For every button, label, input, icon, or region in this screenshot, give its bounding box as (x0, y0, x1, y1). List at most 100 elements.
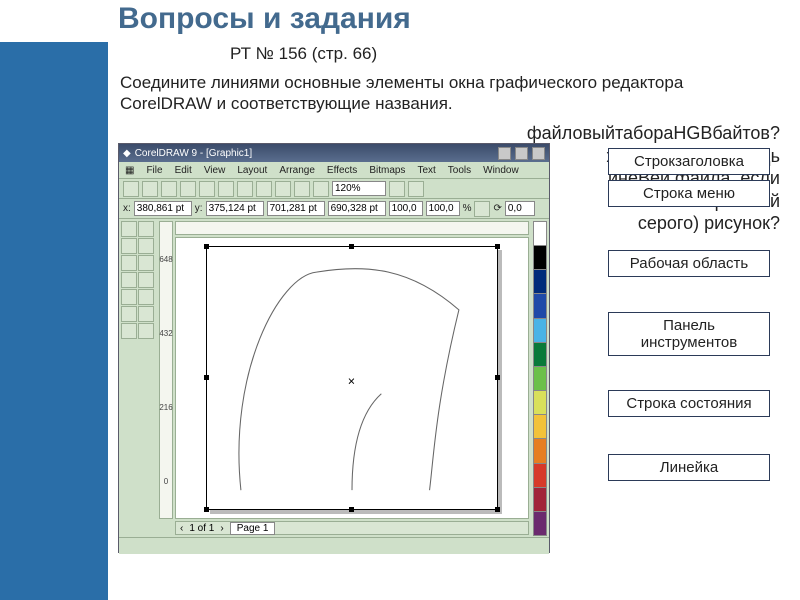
curve-svg: × (207, 247, 497, 509)
new-icon[interactable] (123, 181, 139, 197)
color-palette (533, 221, 547, 535)
zoom-combo[interactable]: 120% (332, 181, 386, 196)
paste-icon[interactable] (237, 181, 253, 197)
selection-handle[interactable] (204, 507, 209, 512)
standard-toolbar: 120% (119, 179, 549, 199)
open-icon[interactable] (142, 181, 158, 197)
interactive-tool-icon[interactable] (121, 289, 137, 305)
extra2-tool-icon[interactable] (138, 323, 154, 339)
pct-label: % (463, 203, 472, 214)
drawing-area[interactable]: × (175, 237, 529, 519)
palette-swatch[interactable] (533, 221, 547, 246)
menu-file[interactable]: File (146, 165, 162, 176)
extra1-tool-icon[interactable] (121, 323, 137, 339)
label-titlebar[interactable]: Строкзаголовка (608, 148, 770, 175)
palette-swatch[interactable] (533, 342, 547, 367)
label-menubar[interactable]: Строка меню (608, 180, 770, 207)
rectangle-tool-icon[interactable] (121, 255, 137, 271)
page-title: Вопросы и задания (118, 2, 411, 36)
page-navigator: ‹ 1 of 1 › Page 1 (175, 521, 529, 535)
ruler-vertical: 648 432 216 0 (159, 221, 173, 519)
palette-swatch[interactable] (533, 245, 547, 270)
menu-tools[interactable]: Tools (448, 165, 471, 176)
w-field[interactable]: 701,281 pt (267, 201, 325, 216)
copy-icon[interactable] (218, 181, 234, 197)
page-rect: × (206, 246, 498, 510)
eyedropper-tool-icon[interactable] (138, 289, 154, 305)
undo-icon[interactable] (256, 181, 272, 197)
label-workspace[interactable]: Рабочая область (608, 250, 770, 277)
text-tool-icon[interactable] (138, 272, 154, 288)
palette-swatch[interactable] (533, 511, 547, 536)
page-tab[interactable]: Page 1 (230, 522, 276, 535)
menu-layout[interactable]: Layout (237, 165, 267, 176)
app-icon: ◆ (123, 148, 131, 159)
zoom-tool-icon[interactable] (121, 238, 137, 254)
zoom-dropdown-icon[interactable] (389, 181, 405, 197)
menu-arrange[interactable]: Arrange (279, 165, 315, 176)
palette-swatch[interactable] (533, 487, 547, 512)
cut-icon[interactable] (199, 181, 215, 197)
menu-text[interactable]: Text (417, 165, 435, 176)
h-field[interactable]: 690,328 pt (328, 201, 386, 216)
selection-handle[interactable] (204, 375, 209, 380)
selection-handle[interactable] (349, 507, 354, 512)
sw-field[interactable]: 100,0 (389, 201, 423, 216)
menu-edit[interactable]: Edit (175, 165, 192, 176)
ruler-tick: 432 (159, 329, 172, 338)
sh-field[interactable]: 100,0 (426, 201, 460, 216)
menu-view[interactable]: View (204, 165, 226, 176)
redo-icon[interactable] (275, 181, 291, 197)
menu-effects[interactable]: Effects (327, 165, 357, 176)
app-menu-icon[interactable]: ▦ (125, 165, 134, 176)
titlebar: ◆ CorelDRAW 9 - [Graphic1] (119, 144, 549, 162)
angle-field[interactable]: 0,0 (505, 201, 535, 216)
menu-bitmaps[interactable]: Bitmaps (369, 165, 405, 176)
y-label: y: (195, 203, 203, 214)
lock-icon[interactable] (474, 201, 490, 217)
polygon-tool-icon[interactable] (121, 272, 137, 288)
close-button[interactable] (532, 147, 545, 160)
palette-swatch[interactable] (533, 269, 547, 294)
fill-tool-icon[interactable] (121, 306, 137, 322)
export-icon[interactable] (313, 181, 329, 197)
angle-icon: ⟳ (493, 203, 501, 214)
subtitle: РТ № 156 (стр. 66) (230, 44, 377, 64)
label-ruler[interactable]: Линейка (608, 454, 770, 481)
y-field[interactable]: 375,124 pt (206, 201, 264, 216)
palette-swatch[interactable] (533, 390, 547, 415)
ellipse-tool-icon[interactable] (138, 255, 154, 271)
palette-swatch[interactable] (533, 318, 547, 343)
overlay-line: файловыйтабораHGBбайтов? (160, 122, 780, 145)
selection-handle[interactable] (495, 507, 500, 512)
selection-handle[interactable] (495, 244, 500, 249)
print-icon[interactable] (180, 181, 196, 197)
pick-tool-icon[interactable] (121, 221, 137, 237)
palette-swatch[interactable] (533, 463, 547, 488)
page-next-icon[interactable]: › (220, 523, 223, 534)
save-icon[interactable] (161, 181, 177, 197)
palette-swatch[interactable] (533, 293, 547, 318)
minimize-button[interactable] (498, 147, 511, 160)
palette-swatch[interactable] (533, 366, 547, 391)
maximize-button[interactable] (515, 147, 528, 160)
palette-swatch[interactable] (533, 414, 547, 439)
import-icon[interactable] (294, 181, 310, 197)
page-prev-icon[interactable]: ‹ (180, 523, 183, 534)
menu-window[interactable]: Window (483, 165, 519, 176)
x-label: x: (123, 203, 131, 214)
help-icon[interactable] (408, 181, 424, 197)
shape-tool-icon[interactable] (138, 221, 154, 237)
label-statusbar[interactable]: Строка состояния (608, 390, 770, 417)
selection-handle[interactable] (349, 244, 354, 249)
outline-tool-icon[interactable] (138, 306, 154, 322)
palette-swatch[interactable] (533, 438, 547, 463)
label-toolbox[interactable]: Панель инструментов (608, 312, 770, 356)
selection-handle[interactable] (204, 244, 209, 249)
menubar[interactable]: ▦ File Edit View Layout Arrange Effects … (119, 162, 549, 179)
selection-handle[interactable] (495, 375, 500, 380)
x-field[interactable]: 380,861 pt (134, 201, 192, 216)
toolbox (121, 221, 157, 339)
property-bar: x: 380,861 pt y: 375,124 pt 701,281 pt 6… (119, 199, 549, 219)
freehand-tool-icon[interactable] (138, 238, 154, 254)
